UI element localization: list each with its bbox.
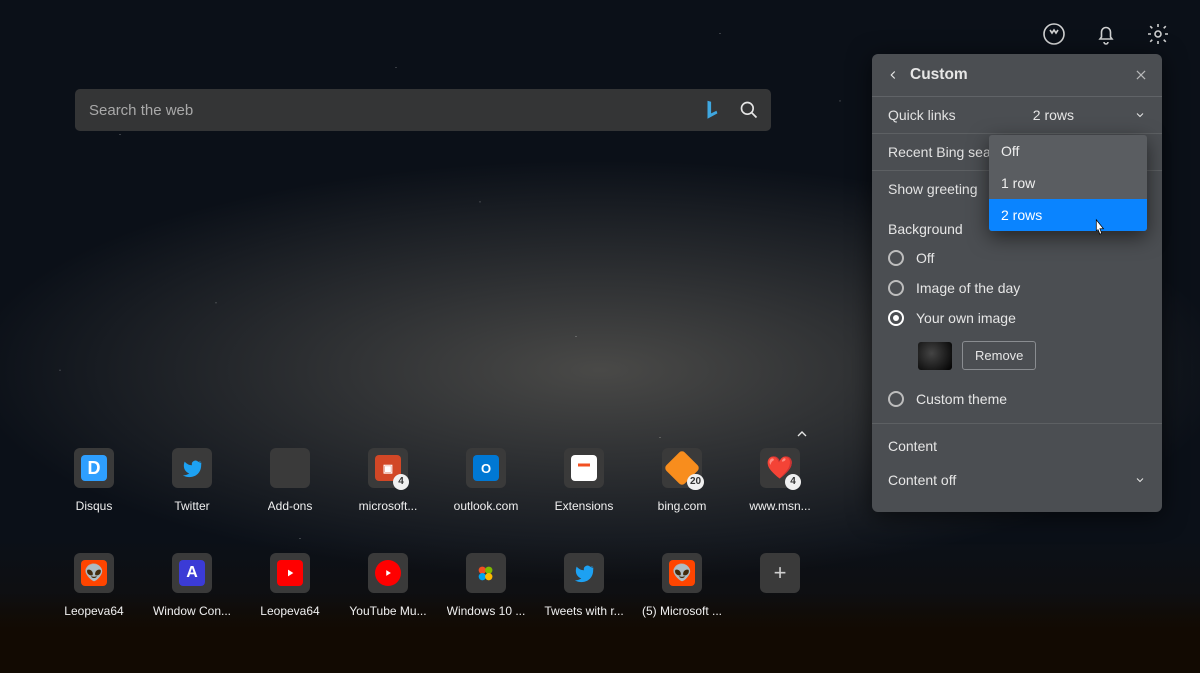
tile-label: outlook.com: [454, 499, 519, 513]
tile-icon: [270, 448, 310, 488]
quick-links-dropdown[interactable]: 2 rows: [1033, 107, 1146, 123]
search-input[interactable]: [87, 101, 703, 120]
tile-icon: [270, 553, 310, 593]
dropdown-value: 2 rows: [1033, 107, 1074, 123]
tile-label: microsoft...: [359, 499, 418, 513]
notifications-icon[interactable]: [1094, 22, 1118, 46]
bg-off-label: Off: [916, 250, 934, 266]
tile-label: Twitter: [174, 499, 209, 513]
tile-icon: O: [466, 448, 506, 488]
page-settings-panel: Custom Quick links 2 rows Recent Bing se…: [872, 54, 1162, 512]
bg-own-label: Your own image: [916, 310, 1016, 326]
panel-title: Custom: [910, 66, 968, 84]
custom-theme-label: Custom theme: [916, 391, 1007, 407]
quick-link-tile[interactable]: 20 bing.com: [633, 448, 731, 513]
quick-links-dropdown-popup: Off1 row2 rows: [989, 135, 1147, 231]
quick-links-grid: DDisqusTwitterAdd-ons▣4microsoft...Ooutl…: [45, 448, 829, 618]
quick-link-tile[interactable]: Tweets with r...: [535, 553, 633, 618]
quick-link-tile[interactable]: 👽 Leopeva64: [45, 553, 143, 618]
quick-link-tile[interactable]: Twitter: [143, 448, 241, 513]
row-content-off[interactable]: Content off: [872, 460, 1162, 500]
tile-icon: [466, 553, 506, 593]
tile-icon: A: [172, 553, 212, 593]
show-greeting-label: Show greeting: [888, 181, 978, 197]
tile-label: (5) Microsoft ...: [642, 604, 722, 618]
settings-icon[interactable]: [1146, 22, 1170, 46]
bing-icon: [703, 99, 721, 121]
own-image-controls: Remove: [872, 333, 1162, 384]
tile-icon: [172, 448, 212, 488]
tile-icon: 👽: [74, 553, 114, 593]
quick-link-tile[interactable]: ❤️4www.msn...: [731, 448, 829, 513]
tile-badge: 4: [785, 474, 801, 490]
dropdown-option[interactable]: 2 rows: [989, 199, 1147, 231]
radio-icon: [888, 310, 904, 326]
tile-label: Windows 10 ...: [447, 604, 526, 618]
tile-label: Leopeva64: [64, 604, 123, 618]
quick-link-tile[interactable]: Extensions: [535, 448, 633, 513]
tile-label: www.msn...: [749, 499, 810, 513]
row-quick-links: Quick links 2 rows: [872, 97, 1162, 134]
quick-links-label: Quick links: [888, 107, 956, 123]
chevron-down-icon: [1134, 474, 1146, 486]
radio-icon: [888, 250, 904, 266]
quick-link-tile[interactable]: Ooutlook.com: [437, 448, 535, 513]
content-heading: Content: [872, 428, 1162, 460]
top-toolbar: [1042, 22, 1170, 46]
divider: [872, 423, 1162, 424]
tile-badge: 20: [687, 474, 704, 490]
tile-icon: [564, 553, 604, 593]
tile-label: [778, 604, 781, 618]
remove-image-button[interactable]: Remove: [962, 341, 1036, 370]
content-off-label: Content off: [888, 472, 956, 488]
chevron-down-icon: [1134, 109, 1146, 121]
quick-link-tile[interactable]: Leopeva64: [241, 553, 339, 618]
quick-link-tile[interactable]: Windows 10 ...: [437, 553, 535, 618]
rewards-icon[interactable]: [1042, 22, 1066, 46]
bg-option-own-image[interactable]: Your own image: [872, 303, 1162, 333]
search-icon[interactable]: [739, 100, 759, 120]
tile-label: Window Con...: [153, 604, 231, 618]
tile-icon: [564, 448, 604, 488]
quick-link-tile[interactable]: YouTube Mu...: [339, 553, 437, 618]
panel-header: Custom: [872, 54, 1162, 97]
tile-label: Leopeva64: [260, 604, 319, 618]
tile-label: Extensions: [555, 499, 614, 513]
collapse-tiles-button[interactable]: [790, 422, 814, 446]
quick-link-tile[interactable]: ▣4microsoft...: [339, 448, 437, 513]
quick-link-tile[interactable]: 👽 (5) Microsoft ...: [633, 553, 731, 618]
bg-option-custom-theme[interactable]: Custom theme: [872, 384, 1162, 419]
tile-label: Tweets with r...: [544, 604, 623, 618]
tile-label: Disqus: [76, 499, 113, 513]
dropdown-option[interactable]: Off: [989, 135, 1147, 167]
tile-icon: 👽: [662, 553, 702, 593]
tile-label: Add-ons: [268, 499, 313, 513]
dropdown-option[interactable]: 1 row: [989, 167, 1147, 199]
tile-label: bing.com: [658, 499, 707, 513]
radio-icon: [888, 391, 904, 407]
tile-icon: [368, 553, 408, 593]
tile-badge: 4: [393, 474, 409, 490]
bg-iotd-label: Image of the day: [916, 280, 1020, 296]
tile-label: YouTube Mu...: [349, 604, 426, 618]
radio-icon: [888, 280, 904, 296]
bg-option-off[interactable]: Off: [872, 243, 1162, 273]
quick-link-tile[interactable]: Add-ons: [241, 448, 339, 513]
quick-link-tile[interactable]: A Window Con...: [143, 553, 241, 618]
add-quick-link[interactable]: +: [731, 553, 829, 618]
bg-option-image-of-day[interactable]: Image of the day: [872, 273, 1162, 303]
search-box[interactable]: [75, 89, 771, 131]
tile-icon: D: [74, 448, 114, 488]
plus-icon: +: [760, 553, 800, 593]
close-icon[interactable]: [1134, 68, 1148, 82]
back-icon[interactable]: [886, 68, 900, 82]
own-image-thumbnail[interactable]: [918, 342, 952, 370]
quick-link-tile[interactable]: D Disqus: [45, 448, 143, 513]
